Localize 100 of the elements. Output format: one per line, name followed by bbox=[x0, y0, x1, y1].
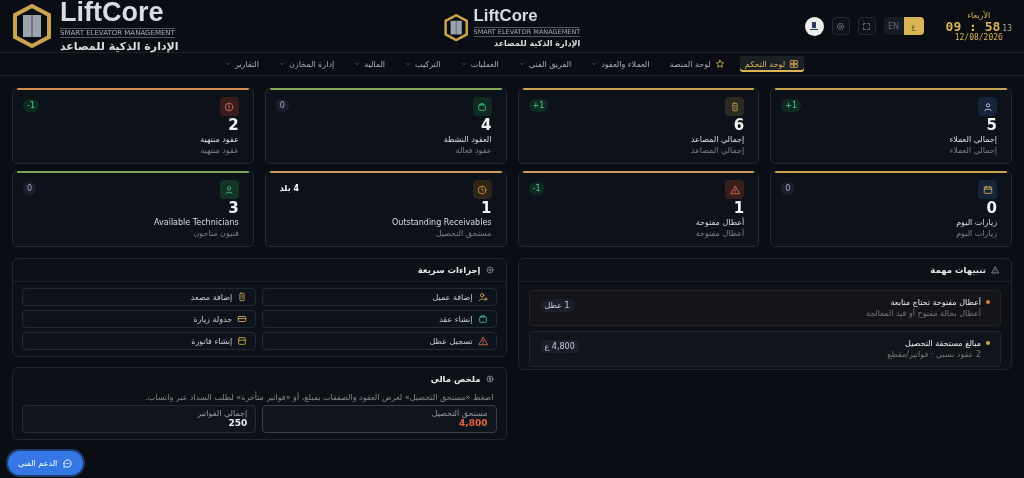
stat-sublabel: إجمالي العملاء bbox=[949, 145, 997, 155]
nav-tab[interactable]: الفريق الفني bbox=[513, 56, 577, 72]
settings-icon bbox=[836, 21, 846, 31]
summary-value: 250 bbox=[228, 419, 248, 429]
chevron-down-icon bbox=[224, 61, 231, 67]
alert-subtitle: 2 عقود نسبي · فواتير/مقطع bbox=[887, 350, 981, 359]
summary-value: 4,800 bbox=[459, 419, 488, 429]
quick-action-button[interactable]: إنشاء فاتورة bbox=[22, 332, 257, 350]
change-badge: 0 bbox=[781, 182, 795, 195]
stat-value: 2 bbox=[228, 117, 239, 134]
card-icon bbox=[237, 314, 248, 324]
support-button[interactable]: الدعم الفني bbox=[8, 451, 84, 475]
language-button[interactable]: ع bbox=[903, 17, 924, 35]
person-icon bbox=[982, 101, 993, 112]
stat-sublabel: عقود فعالة bbox=[455, 145, 492, 155]
alert-circle-icon bbox=[224, 101, 235, 112]
quick-action-button[interactable]: تسجيل عطل bbox=[262, 332, 497, 350]
change-badge: 1+ bbox=[528, 99, 549, 112]
user-avatar[interactable] bbox=[804, 16, 824, 36]
stat-value: 1 bbox=[481, 200, 492, 217]
person-add-icon bbox=[477, 292, 488, 302]
weekday: الأربعاء bbox=[967, 10, 991, 20]
stat-sublabel: فنيون متاحون bbox=[193, 228, 239, 238]
nav-tab[interactable]: العمليات bbox=[455, 56, 504, 72]
plus-icon bbox=[485, 266, 494, 274]
nav-tab[interactable]: لوحة المنصة bbox=[664, 56, 730, 72]
nav-tab[interactable]: التقارير bbox=[219, 56, 264, 72]
chevron-down-icon bbox=[460, 61, 467, 67]
stat-label: عقود منتهية bbox=[200, 134, 239, 144]
change-badge: 0 bbox=[23, 182, 37, 195]
stat-label: إجمالي المصاعد bbox=[690, 134, 745, 144]
stat-label: Outstanding Receivables bbox=[392, 217, 492, 227]
stat-label: إجمالي العملاء bbox=[949, 134, 997, 144]
stat-value: 5 bbox=[986, 117, 997, 134]
stat-label: زيارات اليوم bbox=[956, 217, 997, 227]
badge-label: 4 بلد bbox=[278, 183, 300, 195]
calendar-icon bbox=[982, 184, 993, 195]
warning-icon bbox=[729, 184, 740, 195]
nav-tab[interactable]: التركيب bbox=[400, 56, 446, 72]
fullscreen-button[interactable] bbox=[857, 17, 876, 35]
chevron-down-icon bbox=[278, 61, 285, 67]
stat-value: 6 bbox=[733, 117, 745, 134]
stat-sublabel: أعطال مفتوحة bbox=[695, 228, 745, 238]
nav-tab[interactable]: لوحة التحكم bbox=[739, 56, 805, 72]
quick-action-button[interactable]: إضافة مصعد bbox=[22, 288, 257, 306]
panel-title: إجراءات سريعة bbox=[417, 265, 481, 275]
change-badge: 1- bbox=[23, 99, 39, 112]
chevron-down-icon bbox=[354, 61, 361, 67]
nav-tab[interactable]: المالية bbox=[349, 56, 391, 72]
clock-time: 09 : 58 bbox=[945, 19, 1001, 33]
stat-value: 0 bbox=[986, 200, 997, 217]
stat-sublabel: إجمالي المصاعد bbox=[690, 145, 745, 155]
change-badge: 0 bbox=[275, 99, 289, 112]
clock-icon bbox=[477, 184, 487, 195]
alert-item[interactable]: مبالغ مستحقة التحصيل 2 عقود نسبي · فواتير/مقطع 4,800 ع bbox=[528, 331, 1001, 367]
briefcase-icon bbox=[477, 314, 488, 324]
stat-value: 1 bbox=[733, 200, 745, 217]
panel-title: تنبيهات مهمة bbox=[930, 265, 986, 275]
panel-description: اضغط «مستحق التحصيل» لعرض العقود والصفقات بمبلغ، أو «فواتير متأخرة» لطلب السداد عبر واتساب. bbox=[144, 391, 495, 404]
nav-tab[interactable]: العملاء والعقود bbox=[586, 56, 655, 72]
chevron-down-icon bbox=[518, 61, 525, 67]
quick-action-button[interactable]: إضافة عميل bbox=[262, 288, 497, 306]
stat-sublabel: زيارات اليوم bbox=[956, 228, 997, 238]
grid-icon bbox=[789, 59, 800, 69]
nav-tab[interactable]: إدارة المخازن bbox=[273, 56, 340, 72]
brand-subtitle: الإدارة الذكية للمصاعد bbox=[60, 40, 179, 53]
elevator-icon bbox=[729, 101, 740, 112]
person-icon bbox=[224, 184, 235, 195]
summary-label: إجمالي الفواتير bbox=[197, 409, 248, 418]
star-icon bbox=[714, 59, 725, 69]
stat-label: أعطال مفتوحة bbox=[695, 217, 745, 227]
briefcase-icon bbox=[477, 101, 487, 112]
stat-sublabel: مستحق التحصيل bbox=[435, 228, 492, 238]
chevron-down-icon bbox=[591, 61, 598, 67]
dollar-icon bbox=[485, 375, 494, 383]
logo-icon bbox=[809, 21, 820, 31]
warning-icon bbox=[991, 266, 999, 274]
brand-name: LiftCore bbox=[473, 8, 538, 25]
alert-subtitle: أعطال بحالة مفتوح أو قيد المعالجة bbox=[865, 309, 981, 318]
settings-button[interactable] bbox=[831, 17, 850, 35]
invoice-icon bbox=[237, 336, 248, 346]
quick-action-button[interactable]: جدولة زيارة bbox=[22, 310, 257, 328]
stat-label: العقود النشطة bbox=[443, 134, 492, 144]
brand-name: LiftCore bbox=[60, 0, 164, 26]
summary-label: مستحق التحصيل bbox=[431, 409, 488, 418]
chevron-down-icon bbox=[405, 61, 412, 67]
panel-title: ملخص مالي bbox=[430, 374, 481, 384]
count-badge: 1 عطل bbox=[539, 299, 575, 312]
hexagon-logo-icon bbox=[443, 14, 469, 42]
quick-action-button[interactable]: إنشاء عقد bbox=[262, 310, 497, 328]
count-badge: 4,800 ع bbox=[539, 340, 580, 353]
change-badge: 1+ bbox=[781, 99, 802, 112]
fullscreen-icon bbox=[862, 21, 872, 31]
chat-icon bbox=[62, 457, 74, 469]
change-badge: 1- bbox=[528, 182, 545, 195]
stat-label: Available Technicians bbox=[154, 217, 239, 227]
stat-value: 3 bbox=[228, 200, 239, 217]
warning-icon bbox=[477, 336, 488, 346]
alert-title: أعطال مفتوحة تحتاج متابعة bbox=[889, 298, 981, 307]
alert-item[interactable]: أعطال مفتوحة تحتاج متابعة أعطال بحالة مفتوح أو قيد المعالجة 1 عطل bbox=[528, 290, 1001, 326]
